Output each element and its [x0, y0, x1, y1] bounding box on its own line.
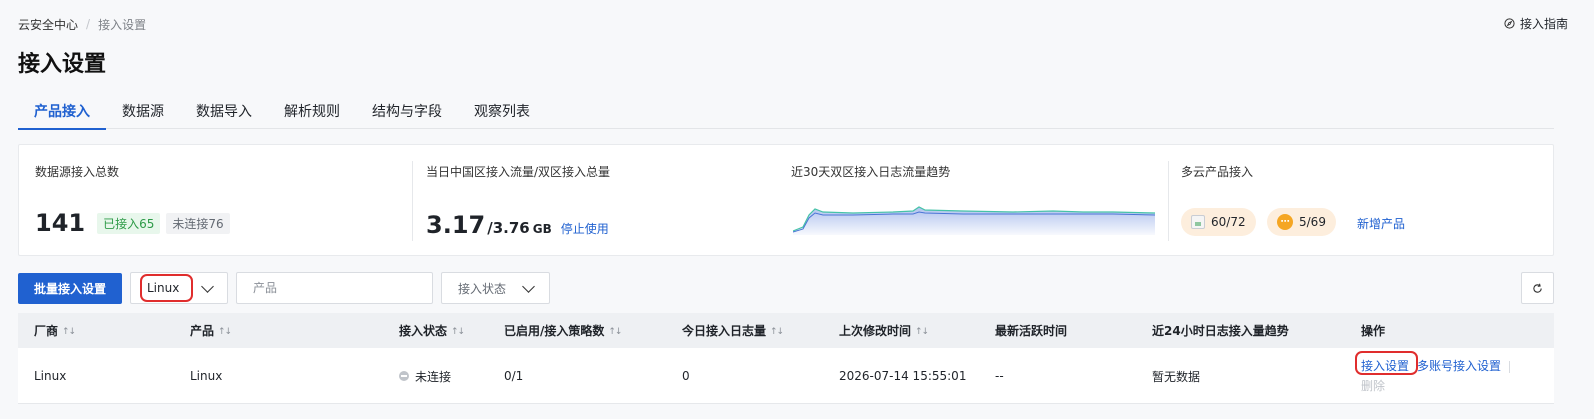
- col-status[interactable]: 接入状态 ↑↓: [399, 313, 465, 348]
- sort-icon: ↑↓: [915, 327, 929, 337]
- cell-modified: 2026-07-14 15:55:01: [839, 369, 967, 383]
- stat-total: 数据源接入总数 141 已接入65 未连接76: [19, 145, 411, 257]
- stat-traffic-label: 当日中国区接入流量/双区接入总量: [426, 165, 611, 179]
- cell-last-active: --: [995, 369, 1004, 383]
- sort-icon: ↑↓: [218, 327, 232, 337]
- sort-icon: ↑↓: [62, 327, 76, 337]
- tab-structure-fields[interactable]: 结构与字段: [356, 92, 458, 129]
- tab-watch-list[interactable]: 观察列表: [458, 92, 546, 129]
- col-policies-label: 已启用/接入策略数: [504, 324, 605, 338]
- disconnected-icon: [399, 371, 409, 381]
- breadcrumb-separator: /: [86, 17, 91, 31]
- cell-policies: 0/1: [504, 369, 524, 383]
- col-product-label: 产品: [190, 324, 215, 338]
- vendor-select-value: Linux: [147, 281, 180, 295]
- connected-badge: 已接入65: [97, 212, 161, 234]
- refresh-icon: [1533, 283, 1542, 293]
- table-header: 厂商 ↑↓ 产品 ↑↓ 接入状态 ↑↓ 已启用/接入策略数 ↑↓ 今日接入日志量 ↑↓ 上…: [18, 313, 1554, 348]
- stats-card: 数据源接入总数 141 已接入65 未连接76 当日中国区接入流量/双区接入总量…: [18, 144, 1554, 256]
- cell-actions: 接入设置 多账号接入设置 删除: [1361, 356, 1511, 396]
- stat-total-value: 141: [35, 209, 86, 237]
- status-select[interactable]: 接入状态: [441, 272, 550, 304]
- cell-trend: 暂无数据: [1152, 369, 1201, 384]
- stat-traffic: 当日中国区接入流量/双区接入总量 3.17 /3.76 GB 停止使用: [413, 145, 783, 257]
- cloud-pill-2[interactable]: ⋯ 5/69: [1267, 208, 1336, 236]
- breadcrumb: 云安全中心 / 接入设置: [18, 15, 146, 33]
- stat-traffic-unit: GB: [532, 222, 552, 236]
- cloud-pill-1[interactable]: 60/72: [1181, 208, 1256, 236]
- chevron-down-icon: [522, 280, 535, 293]
- delete-link: 删除: [1361, 379, 1386, 393]
- vendor-select[interactable]: Linux: [130, 272, 228, 304]
- unconnected-badge: 未连接76: [166, 212, 230, 234]
- stat-trend-label: 近30天双区接入日志流量趋势: [791, 165, 951, 179]
- tab-data-source[interactable]: 数据源: [106, 92, 180, 129]
- col-last-active: 最新活跃时间: [995, 324, 1068, 338]
- add-product-link[interactable]: 新增产品: [1357, 215, 1405, 232]
- refresh-button[interactable]: [1521, 272, 1554, 304]
- access-settings-link[interactable]: 接入设置: [1361, 359, 1409, 373]
- cell-status-label: 未连接: [415, 369, 452, 384]
- tab-bar: 产品接入 数据源 数据导入 解析规则 结构与字段 观察列表: [18, 92, 1554, 130]
- stat-multicloud-label: 多云产品接入: [1181, 165, 1254, 179]
- col-modified-label: 上次修改时间: [839, 324, 912, 338]
- col-vendor[interactable]: 厂商 ↑↓: [34, 313, 76, 348]
- cell-vendor: Linux: [34, 369, 67, 383]
- trend-sparkline: [793, 206, 1156, 235]
- batch-access-button[interactable]: 批量接入设置: [18, 273, 122, 304]
- cell-today-logs: 0: [682, 369, 690, 383]
- tab-parse-rules[interactable]: 解析规则: [268, 92, 356, 129]
- col-trend: 近24小时日志接入量趋势: [1152, 324, 1289, 338]
- compass-icon: [1504, 18, 1515, 29]
- guide-link[interactable]: 接入指南: [1504, 15, 1568, 32]
- col-policies[interactable]: 已启用/接入策略数 ↑↓: [504, 313, 622, 348]
- status-select-value: 接入状态: [458, 281, 507, 296]
- stat-traffic-total: /3.76: [487, 219, 530, 237]
- stop-use-link[interactable]: 停止使用: [561, 220, 609, 237]
- stat-total-label: 数据源接入总数: [35, 165, 120, 179]
- col-vendor-label: 厂商: [34, 324, 59, 338]
- multi-account-settings-link[interactable]: 多账号接入设置: [1417, 359, 1501, 373]
- sort-icon: ↑↓: [608, 327, 622, 337]
- table-row: Linux Linux 未连接 0/1 0 2026-07-14 15:55:0…: [18, 348, 1554, 404]
- action-separator: [1509, 360, 1511, 373]
- col-status-label: 接入状态: [399, 324, 448, 338]
- guide-link-label: 接入指南: [1519, 17, 1568, 31]
- product-input[interactable]: [236, 272, 433, 304]
- cloud-coin-icon: ⋯: [1277, 214, 1293, 230]
- cell-product: Linux: [190, 369, 223, 383]
- col-modified[interactable]: 上次修改时间 ↑↓: [839, 313, 929, 348]
- page-title: 接入设置: [18, 52, 107, 77]
- chevron-down-icon: [201, 280, 214, 293]
- cloud-logo-icon: [1191, 215, 1205, 229]
- breadcrumb-root[interactable]: 云安全中心: [18, 16, 78, 33]
- cloud-pill-1-count: 60/72: [1211, 215, 1246, 229]
- col-actions: 操作: [1361, 324, 1386, 338]
- breadcrumb-current: 接入设置: [98, 17, 147, 32]
- tab-product-access[interactable]: 产品接入: [18, 92, 106, 130]
- sort-icon: ↑↓: [770, 327, 784, 337]
- cell-status: 未连接: [399, 348, 451, 404]
- stat-multicloud: 多云产品接入 60/72 ⋯ 5/69 新增产品: [1169, 145, 1555, 257]
- stat-traffic-value: 3.17: [426, 211, 486, 239]
- col-product[interactable]: 产品 ↑↓: [190, 313, 232, 348]
- cloud-pill-2-count: 5/69: [1299, 215, 1326, 229]
- tab-data-import[interactable]: 数据导入: [180, 92, 268, 129]
- col-today-logs[interactable]: 今日接入日志量 ↑↓: [682, 313, 784, 348]
- stat-trend: 近30天双区接入日志流量趋势: [791, 145, 1167, 257]
- sort-icon: ↑↓: [451, 327, 465, 337]
- col-today-logs-label: 今日接入日志量: [682, 324, 767, 338]
